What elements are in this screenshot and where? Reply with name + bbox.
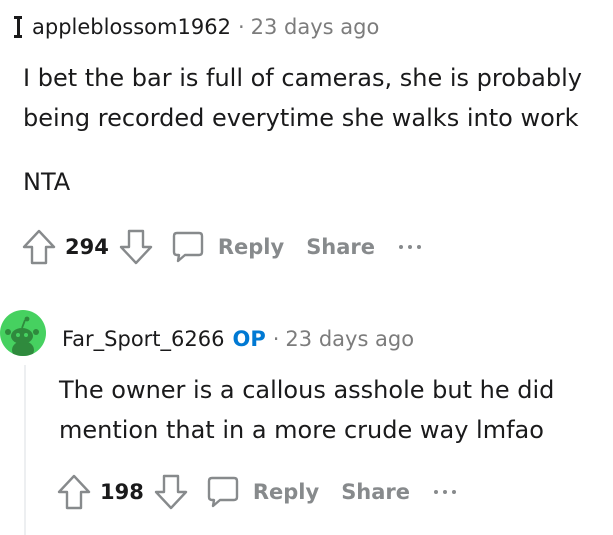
timestamp[interactable]: 23 days ago <box>285 325 414 353</box>
action-bar: 294 Reply Share <box>22 227 422 267</box>
downvote-icon[interactable] <box>119 229 153 265</box>
vote-count: 198 <box>100 480 144 504</box>
downvote-icon[interactable] <box>154 474 188 510</box>
reply-label: Reply <box>252 480 320 504</box>
reply-button[interactable]: Reply <box>206 475 319 509</box>
upvote-icon[interactable] <box>57 474 91 510</box>
comment-body: The owner is a callous asshole but he di… <box>59 370 599 450</box>
upvote-icon[interactable] <box>22 229 56 265</box>
reply-button[interactable]: Reply <box>171 230 284 264</box>
comment-header: appleblossom1962 · 23 days ago <box>14 13 379 41</box>
more-options-icon[interactable] <box>399 245 422 249</box>
comment-icon <box>171 230 205 264</box>
more-options-icon[interactable] <box>434 490 457 494</box>
separator-dot: · <box>237 15 245 39</box>
comment-paragraph: The owner is a callous asshole but he di… <box>59 376 555 444</box>
comment-paragraph: NTA <box>23 168 71 196</box>
comment-header: Far_Sport_6266 OP · 23 days ago <box>62 325 414 353</box>
timestamp[interactable]: 23 days ago <box>251 13 380 41</box>
vote-count: 294 <box>65 235 109 259</box>
share-button[interactable]: Share <box>306 235 375 259</box>
comment-paragraph: I bet the bar is full of cameras, she is… <box>23 64 582 132</box>
thread-line[interactable] <box>24 365 26 535</box>
separator-dot: · <box>272 327 280 351</box>
avatar[interactable] <box>0 310 46 356</box>
reply-label: Reply <box>217 235 285 259</box>
avatar[interactable] <box>14 16 22 38</box>
share-button[interactable]: Share <box>341 480 410 504</box>
username[interactable]: appleblossom1962 <box>32 13 231 41</box>
comment-body: I bet the bar is full of cameras, she is… <box>23 58 608 202</box>
username[interactable]: Far_Sport_6266 <box>62 325 224 353</box>
comment-icon <box>206 475 240 509</box>
action-bar: 198 Reply Share <box>57 472 457 512</box>
op-badge: OP <box>232 327 266 351</box>
